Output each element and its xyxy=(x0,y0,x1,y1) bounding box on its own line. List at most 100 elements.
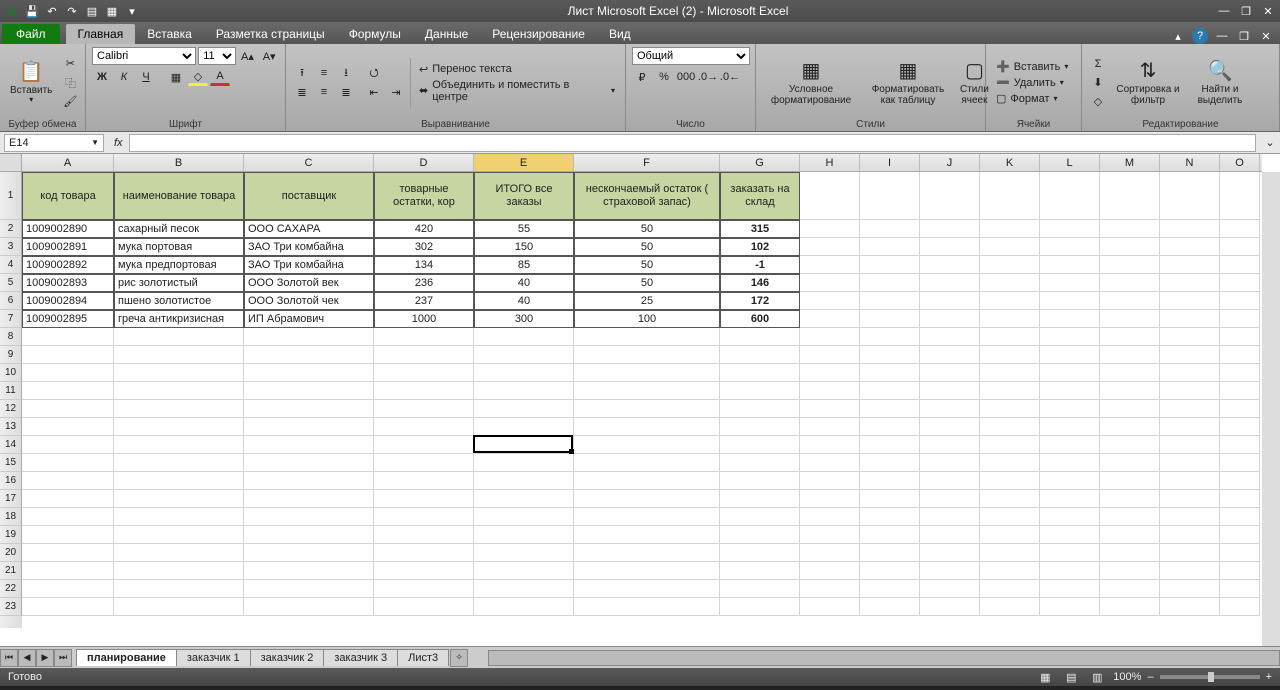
cell[interactable] xyxy=(1160,598,1220,616)
sort-filter-button[interactable]: ⇅Сортировка и фильтр xyxy=(1112,58,1184,108)
cell[interactable] xyxy=(720,346,800,364)
cell[interactable]: ООО САХАРА xyxy=(244,220,374,238)
sheet-tab[interactable]: заказчик 3 xyxy=(323,649,398,666)
expand-formula-icon[interactable]: ⌄ xyxy=(1260,134,1280,152)
cell[interactable] xyxy=(1160,526,1220,544)
cell[interactable] xyxy=(1040,274,1100,292)
cell[interactable]: греча антикризисная xyxy=(114,310,244,328)
cell[interactable]: 600 xyxy=(720,310,800,328)
chevron-down-icon[interactable]: ▼ xyxy=(91,138,99,147)
cell[interactable] xyxy=(244,526,374,544)
cell[interactable] xyxy=(1160,472,1220,490)
cell[interactable] xyxy=(860,364,920,382)
cell[interactable]: 50 xyxy=(574,256,720,274)
cell[interactable] xyxy=(860,454,920,472)
cell[interactable] xyxy=(22,418,114,436)
cell[interactable]: 40 xyxy=(474,274,574,292)
cell[interactable] xyxy=(800,256,860,274)
cell[interactable] xyxy=(920,172,980,220)
cell[interactable] xyxy=(1220,328,1260,346)
cell[interactable] xyxy=(920,490,980,508)
cell[interactable]: мука предпортовая xyxy=(114,256,244,274)
column-header-N[interactable]: N xyxy=(1160,154,1220,171)
column-header-B[interactable]: B xyxy=(114,154,244,171)
tab-review[interactable]: Рецензирование xyxy=(480,24,597,44)
view-pagebreak-icon[interactable]: ▥ xyxy=(1087,668,1107,686)
row-header-21[interactable]: 21 xyxy=(0,562,22,580)
cell[interactable] xyxy=(800,400,860,418)
sheet-tab[interactable]: заказчик 2 xyxy=(250,649,325,666)
italic-icon[interactable]: К xyxy=(114,68,134,86)
align-top-icon[interactable]: ⭱ xyxy=(292,64,312,82)
cell[interactable] xyxy=(720,382,800,400)
view-normal-icon[interactable]: ▦ xyxy=(1035,668,1055,686)
column-header-G[interactable]: G xyxy=(720,154,800,171)
cell[interactable]: 420 xyxy=(374,220,474,238)
cell[interactable] xyxy=(474,382,574,400)
row-header-9[interactable]: 9 xyxy=(0,346,22,364)
cell[interactable] xyxy=(244,580,374,598)
cell[interactable] xyxy=(980,220,1040,238)
decrease-font-icon[interactable]: A▾ xyxy=(259,47,279,65)
cell[interactable] xyxy=(1160,346,1220,364)
cell[interactable] xyxy=(920,346,980,364)
cell[interactable] xyxy=(114,526,244,544)
cell[interactable] xyxy=(114,598,244,616)
cell[interactable]: ИП Абрамович xyxy=(244,310,374,328)
cell[interactable] xyxy=(1100,220,1160,238)
cell[interactable]: 302 xyxy=(374,238,474,256)
cell[interactable] xyxy=(920,292,980,310)
cell[interactable] xyxy=(800,580,860,598)
cell[interactable] xyxy=(800,346,860,364)
merge-center-button[interactable]: ⬌Объединить и поместить в центре▾ xyxy=(415,78,619,104)
cell[interactable] xyxy=(1100,328,1160,346)
cell[interactable]: 1000 xyxy=(374,310,474,328)
cell[interactable] xyxy=(1100,310,1160,328)
cell[interactable] xyxy=(1100,598,1160,616)
cell[interactable] xyxy=(980,274,1040,292)
cell[interactable] xyxy=(1160,220,1220,238)
cell[interactable] xyxy=(920,580,980,598)
cell[interactable] xyxy=(1100,472,1160,490)
zoom-in-icon[interactable]: + xyxy=(1266,671,1272,683)
cell[interactable] xyxy=(980,256,1040,274)
cell[interactable]: 102 xyxy=(720,238,800,256)
cell[interactable] xyxy=(474,598,574,616)
cell[interactable] xyxy=(920,598,980,616)
tab-file[interactable]: Файл xyxy=(2,24,60,44)
align-right-icon[interactable]: ≣ xyxy=(336,83,356,101)
cell[interactable] xyxy=(114,418,244,436)
cell[interactable] xyxy=(1100,274,1160,292)
cell[interactable]: 146 xyxy=(720,274,800,292)
cell[interactable]: -1 xyxy=(720,256,800,274)
cell[interactable] xyxy=(1040,598,1100,616)
cell[interactable] xyxy=(1220,418,1260,436)
ribbon-minimize-icon[interactable]: ▴ xyxy=(1170,28,1186,44)
cell[interactable] xyxy=(800,508,860,526)
percent-icon[interactable]: % xyxy=(654,68,674,86)
cell[interactable] xyxy=(1040,364,1100,382)
cut-icon[interactable]: ✂ xyxy=(60,55,80,73)
cell[interactable] xyxy=(1100,544,1160,562)
cell[interactable] xyxy=(1100,400,1160,418)
align-middle-icon[interactable]: ≡ xyxy=(314,64,334,82)
cell[interactable] xyxy=(1220,256,1260,274)
cell[interactable] xyxy=(860,508,920,526)
cell[interactable] xyxy=(1160,274,1220,292)
sheet-nav-prev-icon[interactable]: ◀ xyxy=(18,649,36,667)
cell[interactable]: 1009002892 xyxy=(22,256,114,274)
decrease-indent-icon[interactable]: ⇤ xyxy=(364,83,384,101)
row-header-12[interactable]: 12 xyxy=(0,400,22,418)
cell[interactable] xyxy=(244,598,374,616)
cell[interactable] xyxy=(22,364,114,382)
underline-icon[interactable]: Ч xyxy=(136,68,156,86)
cell[interactable] xyxy=(244,544,374,562)
cell[interactable] xyxy=(1100,418,1160,436)
cell[interactable]: 55 xyxy=(474,220,574,238)
cell[interactable] xyxy=(720,400,800,418)
cell[interactable] xyxy=(860,436,920,454)
cell[interactable] xyxy=(244,418,374,436)
cell[interactable] xyxy=(800,598,860,616)
cell[interactable]: 1009002894 xyxy=(22,292,114,310)
cell[interactable] xyxy=(920,472,980,490)
